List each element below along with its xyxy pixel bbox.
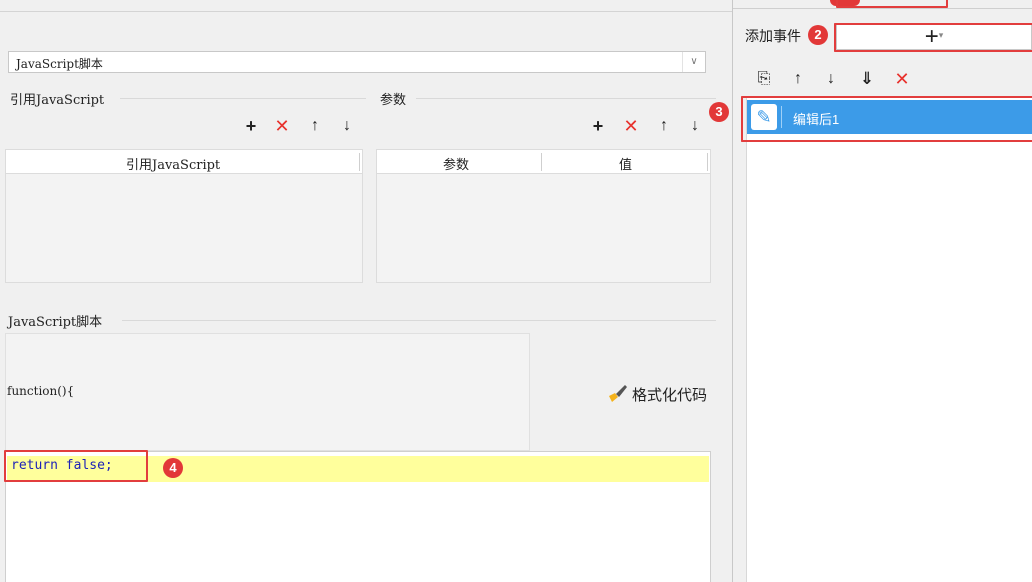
param-section-line bbox=[416, 98, 716, 99]
copy-icon[interactable]: ⎘ bbox=[755, 70, 773, 88]
function-header: function(){ bbox=[7, 384, 75, 398]
column-separator bbox=[707, 153, 708, 171]
annotation-badge-2: 2 bbox=[808, 25, 828, 45]
column-separator bbox=[541, 153, 542, 171]
function-header-box: function(){ bbox=[5, 333, 530, 451]
param-delete-icon[interactable]: ✕ bbox=[622, 117, 640, 135]
annotation-frame-top-cropped bbox=[836, 0, 948, 8]
top-divider bbox=[0, 11, 732, 12]
add-event-label: 添加事件 bbox=[745, 28, 801, 44]
annotation-badge-4: 4 bbox=[163, 458, 183, 478]
param-up-icon[interactable]: ↑ bbox=[655, 117, 673, 135]
param-section-label: 参数 bbox=[380, 89, 411, 108]
script-type-select[interactable]: JavaScript脚本 ∨ bbox=[8, 51, 706, 73]
param-table[interactable]: 参数 值 bbox=[376, 149, 711, 283]
param-name-column-header: 参数 bbox=[443, 157, 470, 172]
param-add-icon[interactable]: + bbox=[589, 117, 607, 135]
ref-js-column-header: 引用JavaScript bbox=[126, 158, 221, 173]
event-delete-icon[interactable]: ✕ bbox=[893, 70, 911, 88]
move-to-bottom-icon[interactable]: ⇓ bbox=[858, 70, 876, 88]
param-down-icon[interactable]: ↓ bbox=[686, 117, 704, 135]
script-type-value: JavaScript脚本 bbox=[16, 57, 103, 71]
ref-js-table-header: 引用JavaScript bbox=[6, 150, 362, 174]
annotation-frame-event-item bbox=[741, 96, 1032, 142]
script-section-label: JavaScript脚本 bbox=[8, 311, 107, 330]
ref-section-line bbox=[120, 98, 366, 99]
script-section-line bbox=[122, 320, 716, 321]
annotation-frame-add-button bbox=[834, 23, 1032, 52]
param-table-header: 参数 值 bbox=[377, 150, 710, 174]
annotation-frame-code bbox=[4, 450, 148, 482]
param-value-column-header: 值 bbox=[619, 157, 633, 172]
brush-icon bbox=[606, 382, 628, 404]
ref-up-icon[interactable]: ↑ bbox=[306, 117, 324, 135]
chevron-down-icon[interactable]: ∨ bbox=[682, 52, 705, 72]
format-code-label: 格式化代码 bbox=[632, 387, 708, 404]
event-panel-top-line bbox=[733, 8, 1032, 9]
ref-delete-icon[interactable]: ✕ bbox=[273, 117, 291, 135]
ref-js-table[interactable]: 引用JavaScript bbox=[5, 149, 363, 283]
annotation-badge-3: 3 bbox=[709, 102, 729, 122]
ref-section-label: 引用JavaScript bbox=[10, 89, 109, 108]
event-up-icon[interactable]: ↑ bbox=[789, 70, 807, 88]
ref-add-icon[interactable]: + bbox=[242, 117, 260, 135]
ref-down-icon[interactable]: ↓ bbox=[338, 117, 356, 135]
event-list[interactable]: ✎ 编辑后1 bbox=[746, 96, 1032, 582]
event-down-icon[interactable]: ↓ bbox=[822, 70, 840, 88]
column-separator bbox=[359, 153, 360, 171]
